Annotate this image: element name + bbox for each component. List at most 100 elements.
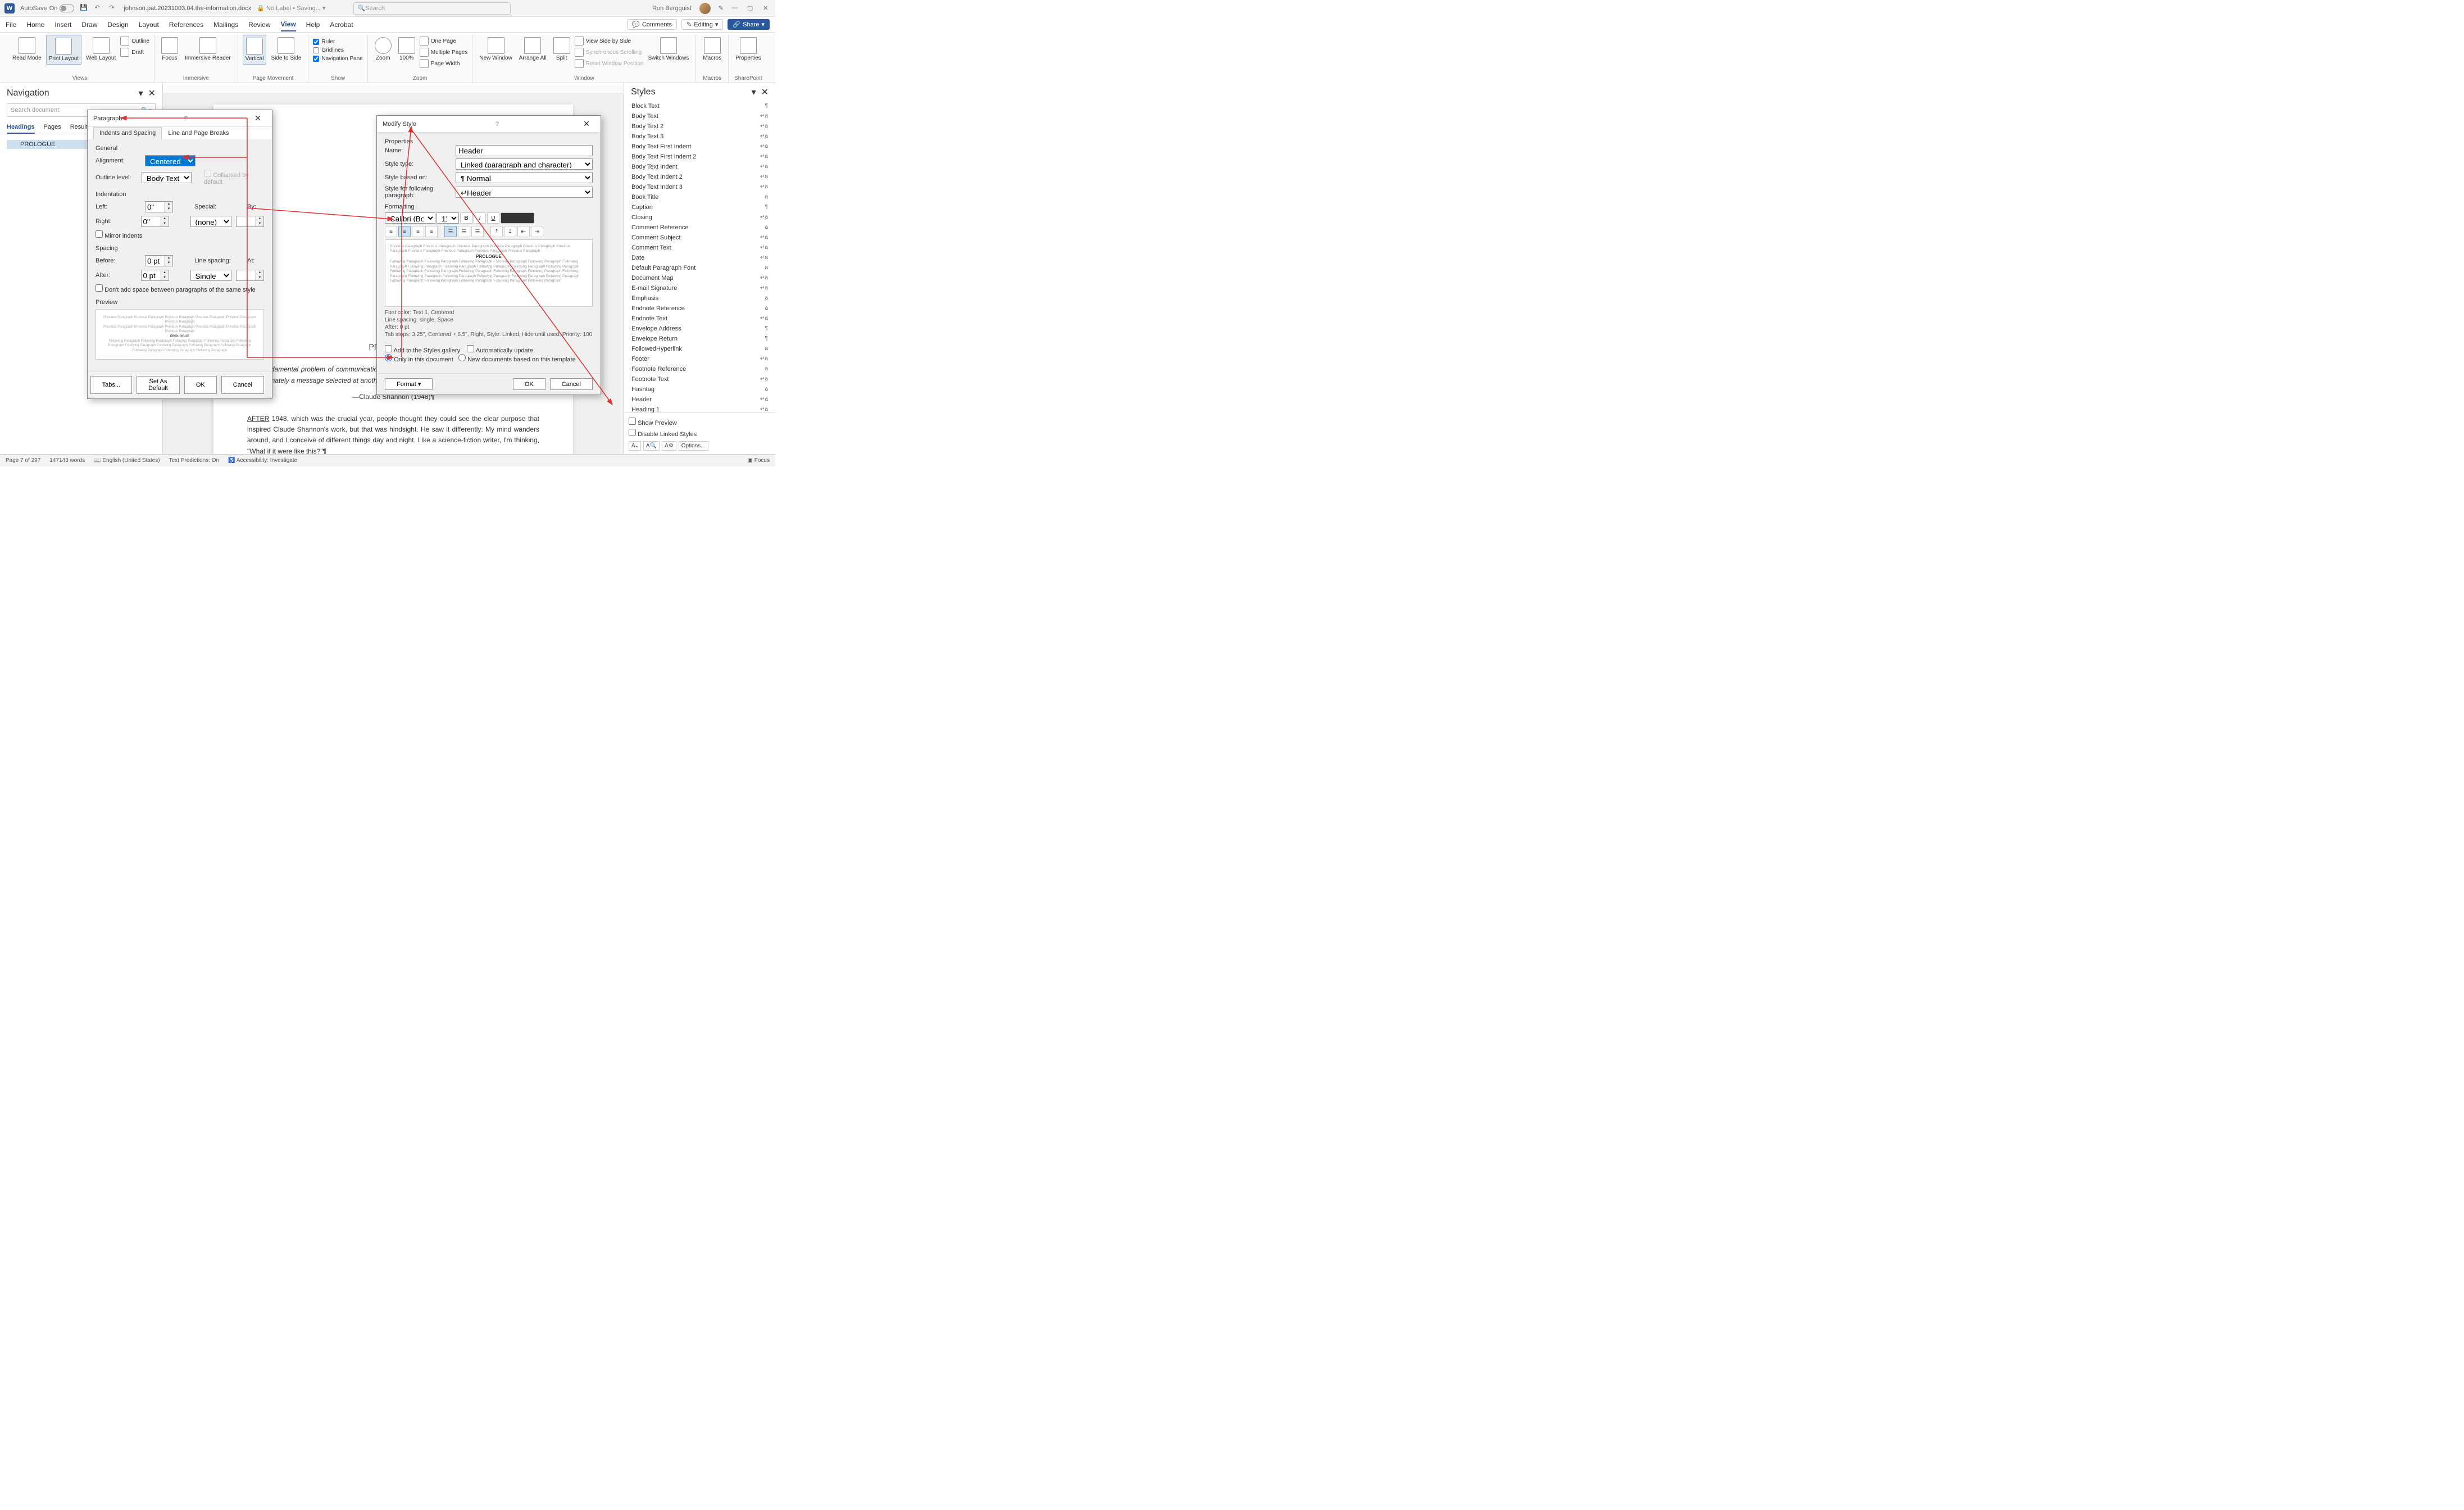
style-item[interactable]: Document Map↵a [626,273,773,283]
by-input[interactable]: ▲▼ [236,216,264,227]
decrease-indent-button[interactable]: ⇤ [517,226,530,237]
font-size-select[interactable]: 11 [437,212,459,224]
style-item[interactable]: Comment Text↵a [626,243,773,253]
paragraph-ok-button[interactable]: OK [184,376,217,394]
language[interactable]: 📖 English (United States) [94,457,160,464]
only-this-doc-radio[interactable]: Only in this document [385,356,453,363]
editing-button[interactable]: ✎ Editing ▾ [681,19,723,30]
italic-button[interactable]: I [474,212,486,224]
manage-styles-button[interactable]: A⚙ [662,441,676,451]
sensitivity-label[interactable]: 🔒 No Label • Saving... ▾ [257,4,325,12]
avatar[interactable] [699,3,711,14]
tab-acrobat[interactable]: Acrobat [330,19,353,31]
print-layout-button[interactable]: Print Layout [46,35,81,65]
add-to-gallery-checkbox[interactable]: Add to the Styles gallery [385,347,460,354]
paragraph-cancel-button[interactable]: Cancel [221,376,264,394]
styles-dropdown-icon[interactable]: ▾ [752,87,756,98]
accessibility[interactable]: ♿ Accessibility: Investigate [228,457,297,464]
pen-icon[interactable]: ✎ [719,4,724,12]
set-default-button[interactable]: Set As Default [137,376,180,394]
disable-linked-checkbox[interactable]: Disable Linked Styles [629,428,771,439]
decrease-para-before-button[interactable]: ⇣ [504,226,516,237]
share-button[interactable]: 🔗 Share ▾ [728,19,770,30]
word-count[interactable]: 147143 words [49,457,85,464]
undo-icon[interactable]: ↶ [94,4,103,13]
new-docs-radio[interactable]: New documents based on this template [458,356,576,363]
minimize-icon[interactable]: — [731,4,739,12]
style-item[interactable]: Footnote Referencea [626,364,773,374]
show-preview-checkbox[interactable]: Show Preview [629,416,771,428]
style-item[interactable]: Emphasisa [626,293,773,303]
style-item[interactable]: Date↵a [626,253,773,263]
at-input[interactable]: ▲▼ [236,270,264,281]
style-type-select[interactable]: Linked (paragraph and character) [456,158,593,170]
macros-button[interactable]: Macros [701,35,724,64]
side-to-side-button[interactable]: Side to Side [269,35,303,64]
tab-review[interactable]: Review [248,19,270,31]
increase-indent-button[interactable]: ⇥ [531,226,543,237]
before-spacing-input[interactable]: ▲▼ [145,255,173,266]
outline-level-select[interactable]: Body Text [142,172,192,183]
nav-close-icon[interactable]: ✕ [148,88,156,99]
style-item[interactable]: Comment Referencea [626,223,773,233]
style-item[interactable]: Block Text¶ [626,101,773,111]
tab-layout[interactable]: Layout [139,19,159,31]
style-item[interactable]: Hashtaga [626,384,773,394]
based-on-select[interactable]: ¶ Normal [456,172,593,183]
style-item[interactable]: Header↵a [626,394,773,405]
paragraph-1[interactable]: AFTER 1948, which was the crucial year, … [247,414,539,454]
comments-button[interactable]: 💬 Comments [627,19,677,30]
style-item[interactable]: Endnote Text↵a [626,314,773,324]
font-select[interactable]: Calibri (Body) [385,212,435,224]
font-color-button[interactable] [501,212,534,224]
nav-tab-pages[interactable]: Pages [44,121,61,134]
tab-home[interactable]: Home [26,19,44,31]
close-icon[interactable]: ✕ [763,4,771,12]
horizontal-ruler[interactable] [163,83,624,93]
style-item[interactable]: Footnote Text↵a [626,374,773,384]
tabs-button[interactable]: Tabs... [90,376,132,394]
single-space-button[interactable]: ☰ [444,226,457,237]
style-item[interactable]: Comment Subject↵a [626,233,773,243]
help-icon[interactable]: ? [184,115,188,122]
align-left-button[interactable]: ≡ [385,226,397,237]
style-item[interactable]: Body Text First Indent 2↵a [626,152,773,162]
right-indent-input[interactable]: ▲▼ [141,216,169,227]
align-justify-button[interactable]: ≡ [425,226,438,237]
style-item[interactable]: Body Text Indent 2↵a [626,172,773,182]
style-item[interactable]: Heading 1↵a [626,405,773,412]
style-item[interactable]: Default Paragraph Fonta [626,263,773,273]
new-style-button[interactable]: A₊ [629,441,641,451]
1-5-space-button[interactable]: ☰ [458,226,470,237]
auto-update-checkbox[interactable]: Automatically update [467,347,533,354]
modify-cancel-button[interactable]: Cancel [550,378,593,390]
style-item[interactable]: Envelope Address¶ [626,324,773,334]
help-icon[interactable]: ? [495,121,499,128]
one-page-button[interactable]: One Page [420,36,468,46]
new-window-button[interactable]: New Window [477,35,514,64]
following-style-select[interactable]: ↵Header [456,187,593,198]
maximize-icon[interactable]: ▢ [747,4,755,12]
nav-dropdown-icon[interactable]: ▾ [139,88,143,99]
style-name-input[interactable] [456,145,593,156]
gridlines-checkbox[interactable]: Gridlines [313,47,362,54]
page-count[interactable]: Page 7 of 297 [6,457,40,464]
tab-design[interactable]: Design [107,19,128,31]
styles-close-icon[interactable]: ✕ [761,87,769,98]
style-item[interactable]: Body Text Indent↵a [626,162,773,172]
style-item[interactable]: Footer↵a [626,354,773,364]
multi-page-button[interactable]: Multiple Pages [420,47,468,57]
tab-help[interactable]: Help [306,19,320,31]
format-button[interactable]: Format ▾ [385,378,433,390]
save-icon[interactable]: 💾 [80,4,89,13]
text-predictions[interactable]: Text Predictions: On [169,457,219,464]
arrange-all-button[interactable]: Arrange All [517,35,549,64]
alignment-select[interactable]: Centered [145,155,196,166]
left-indent-input[interactable]: ▲▼ [145,201,173,212]
tab-view[interactable]: View [281,18,296,31]
style-inspector-button[interactable]: A🔍 [643,441,660,451]
style-item[interactable]: FollowedHyperlinka [626,344,773,354]
outline-button[interactable]: Outline [120,36,149,46]
vertical-button[interactable]: Vertical [243,35,267,65]
nav-tab-headings[interactable]: Headings [7,121,35,134]
